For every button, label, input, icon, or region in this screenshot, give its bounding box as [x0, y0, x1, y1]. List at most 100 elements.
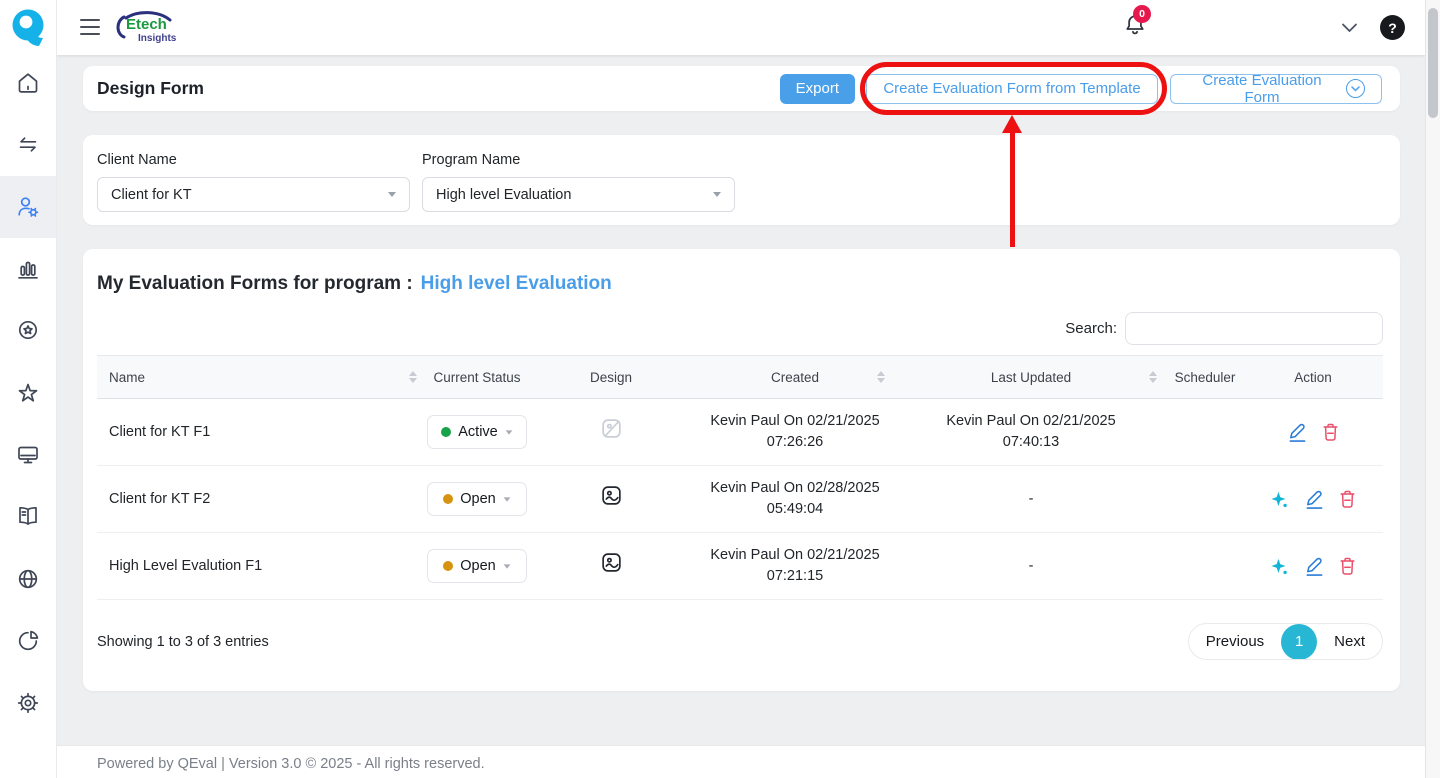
globe-icon	[15, 566, 41, 592]
insights-text: Insights	[138, 33, 177, 44]
status-dropdown[interactable]: Active	[427, 415, 527, 449]
status-label: Open	[460, 558, 495, 574]
sidebar-item-analytics[interactable]	[0, 610, 56, 672]
create-evaluation-form-button[interactable]: Create Evaluation Form	[1170, 74, 1382, 104]
export-button[interactable]: Export	[780, 74, 855, 104]
book-icon	[15, 504, 41, 530]
footer-text: Powered by QEval | Version 3.0 © 2025 - …	[97, 756, 485, 772]
sort-icon	[1149, 371, 1157, 383]
sidebar-item-settings[interactable]	[0, 672, 56, 734]
create-evaluation-form-label: Create Evaluation Form	[1187, 72, 1337, 106]
page-header-card: Design Form Export Create Evaluation For…	[83, 66, 1400, 111]
created-cell: Kevin Paul On 02/21/202507:21:15	[695, 545, 895, 587]
edit-icon[interactable]	[1303, 488, 1324, 510]
sidebar-item-library[interactable]	[0, 486, 56, 548]
forms-title-program[interactable]: High level Evaluation	[421, 273, 612, 294]
chevron-down-circle-icon	[1346, 79, 1365, 98]
sidebar-nav	[0, 52, 56, 734]
column-header-last-updated[interactable]: Last Updated	[895, 356, 1167, 398]
form-name: Client for KT F2	[97, 489, 427, 510]
help-icon[interactable]: ?	[1380, 15, 1405, 40]
search-row: Search:	[97, 312, 1383, 345]
form-name: High Level Evalution F1	[97, 556, 427, 577]
scrollbar-track	[1425, 0, 1440, 778]
delete-icon[interactable]	[1321, 422, 1340, 443]
design-icon[interactable]	[600, 484, 623, 507]
menu-icon[interactable]	[80, 19, 100, 35]
app-footer: Powered by QEval | Version 3.0 © 2025 - …	[57, 745, 1425, 778]
sidebar-item-home[interactable]	[0, 52, 56, 114]
monitor-icon	[15, 442, 41, 468]
sidebar-item-monitoring[interactable]	[0, 424, 56, 486]
select-caret-icon	[713, 192, 721, 197]
created-cell: Kevin Paul On 02/21/202507:26:26	[695, 411, 895, 453]
table-footer: Showing 1 to 3 of 3 entries Previous 1 N…	[97, 623, 1383, 660]
notifications[interactable]: 0	[1124, 13, 1146, 42]
sort-icon	[877, 371, 885, 383]
sidebar-item-transfer[interactable]	[0, 114, 56, 176]
sparkle-icon[interactable]	[1270, 490, 1289, 509]
client-name-value: Client for KT	[111, 187, 192, 203]
column-header-scheduler: Scheduler	[1167, 356, 1243, 398]
column-header-current-status: Current Status	[427, 356, 527, 398]
search-label: Search:	[1065, 320, 1117, 337]
select-caret-icon	[388, 192, 396, 197]
program-name-label: Program Name	[422, 152, 735, 168]
delete-icon[interactable]	[1338, 556, 1357, 577]
sidebar-item-quality[interactable]	[0, 300, 56, 362]
client-name-label: Client Name	[97, 152, 410, 168]
program-name-select[interactable]: High level Evaluation	[422, 177, 735, 212]
star-icon	[15, 380, 41, 406]
status-caret-icon	[505, 430, 512, 434]
sparkle-icon[interactable]	[1270, 557, 1289, 576]
status-dropdown[interactable]: Open	[427, 549, 527, 583]
page-number-button[interactable]: 1	[1281, 624, 1317, 660]
edit-icon[interactable]	[1286, 421, 1307, 443]
home-icon	[15, 70, 41, 96]
table-row: High Level Evalution F1 Open	[97, 533, 1383, 600]
column-header-created[interactable]: Created	[695, 356, 895, 398]
status-dot-open	[443, 494, 453, 504]
last-updated-cell: -	[895, 489, 1167, 510]
page-title: Design Form	[97, 78, 204, 99]
main-content: Design Form Export Create Evaluation For…	[57, 55, 1425, 745]
entries-summary: Showing 1 to 3 of 3 entries	[97, 634, 269, 650]
forms-title-prefix: My Evaluation Forms for program :	[97, 273, 413, 294]
delete-icon[interactable]	[1338, 489, 1357, 510]
previous-page-button[interactable]: Previous	[1189, 624, 1281, 659]
form-name: Client for KT F1	[97, 422, 427, 443]
table-header-row: Name Current Status Design Created Last …	[97, 355, 1383, 399]
column-header-design: Design	[527, 356, 695, 398]
create-from-template-button[interactable]: Create Evaluation Form from Template	[866, 74, 1158, 104]
next-page-button[interactable]: Next	[1317, 624, 1382, 659]
status-label: Active	[458, 424, 498, 440]
column-header-action: Action	[1243, 356, 1383, 398]
status-dot-open	[443, 561, 453, 571]
last-updated-cell: Kevin Paul On 02/21/202507:40:13	[895, 411, 1167, 453]
search-input[interactable]	[1125, 312, 1383, 345]
pie-chart-icon	[15, 628, 41, 654]
sidebar-item-favorites[interactable]	[0, 362, 56, 424]
row-actions	[1243, 488, 1383, 510]
status-dropdown[interactable]: Open	[427, 482, 527, 516]
client-name-select[interactable]: Client for KT	[97, 177, 410, 212]
row-actions	[1243, 555, 1383, 577]
row-actions	[1243, 421, 1383, 443]
sort-icon	[409, 371, 417, 383]
user-menu-chevron-icon[interactable]	[1341, 22, 1358, 33]
qeval-logo[interactable]	[8, 5, 50, 56]
design-icon[interactable]	[600, 551, 623, 574]
last-updated-cell: -	[895, 556, 1167, 577]
etech-insights-logo[interactable]: Etech Insights	[112, 7, 178, 54]
sidebar-item-global[interactable]	[0, 548, 56, 610]
pagination: Previous 1 Next	[1188, 623, 1383, 660]
scrollbar-thumb[interactable]	[1428, 8, 1438, 118]
edit-icon[interactable]	[1303, 555, 1324, 577]
forms-table: Name Current Status Design Created Last …	[97, 355, 1383, 600]
sidebar-item-reports[interactable]	[0, 238, 56, 300]
forms-card: My Evaluation Forms for program : High le…	[83, 249, 1400, 691]
sidebar-item-user-settings[interactable]	[0, 176, 56, 238]
notification-badge: 0	[1133, 5, 1151, 23]
forms-title: My Evaluation Forms for program : High le…	[97, 273, 1383, 295]
column-header-name[interactable]: Name	[97, 356, 427, 398]
